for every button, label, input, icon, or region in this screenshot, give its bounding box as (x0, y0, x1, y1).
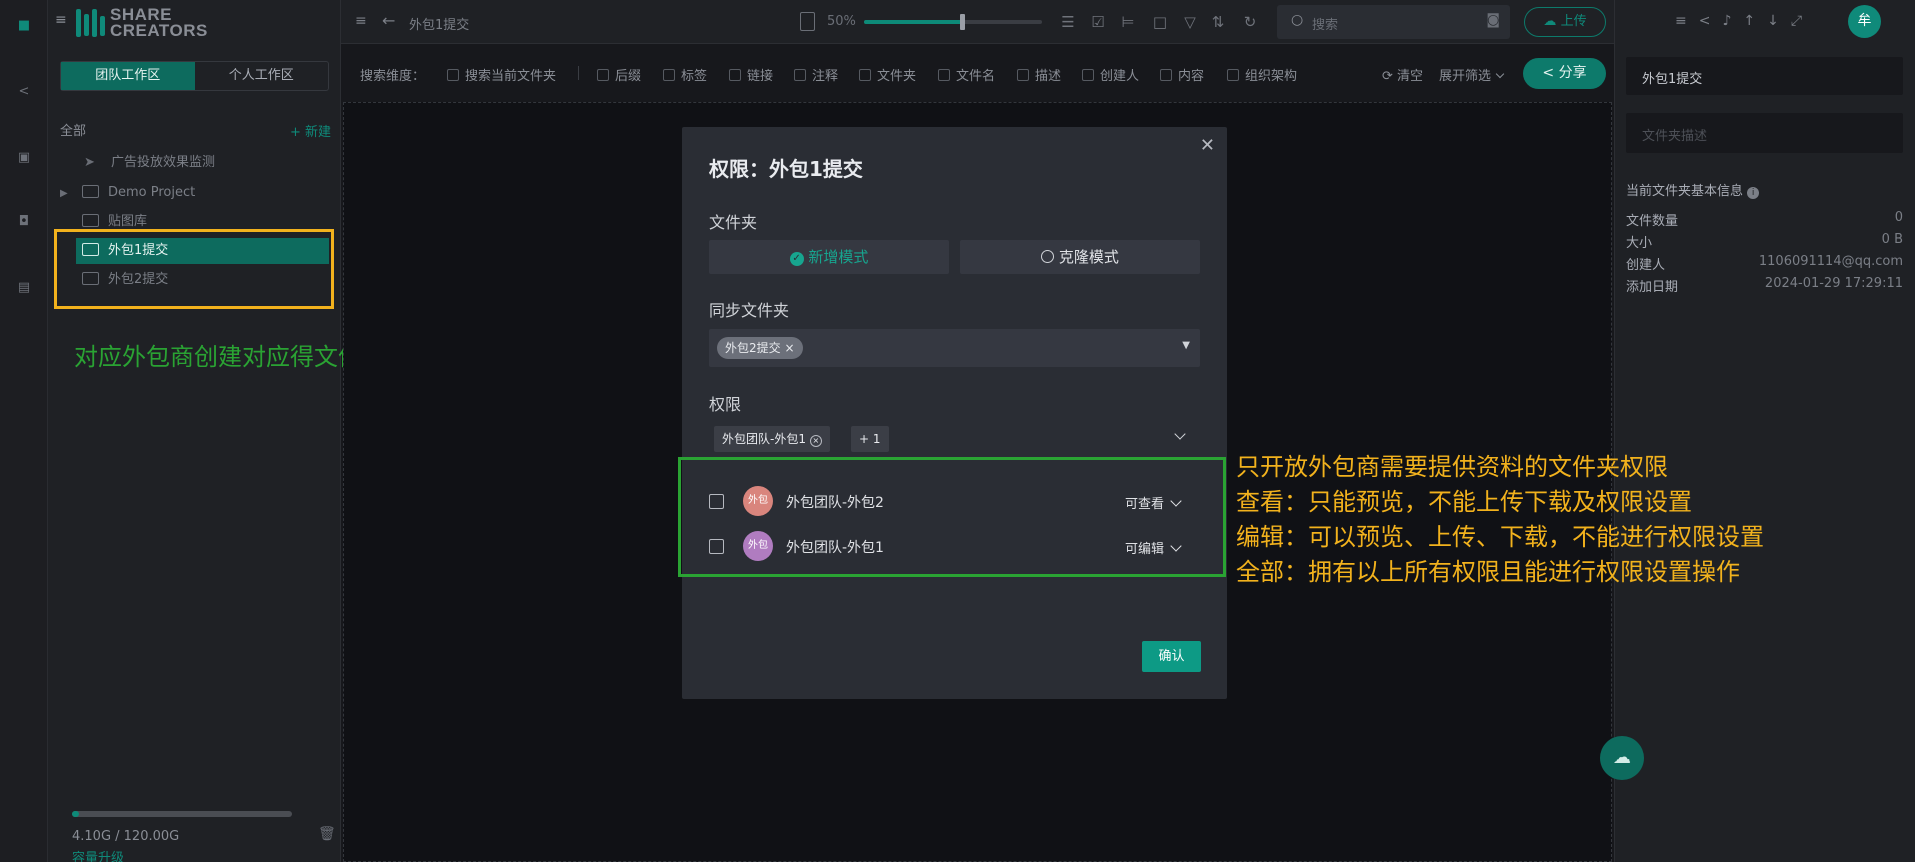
check-circle-icon: ✓ (789, 252, 804, 266)
filter-option[interactable]: 标签 (663, 65, 707, 84)
folder-icon (82, 214, 99, 227)
permission-tag[interactable]: 外包团队-外包1 × (714, 426, 830, 452)
expand-arrow-icon[interactable]: ▶ (60, 181, 82, 207)
radio-icon (1041, 250, 1055, 263)
checklist-icon[interactable]: ☑ (1088, 12, 1108, 32)
filter-option[interactable]: 创建人 (1082, 65, 1139, 84)
dropdown-arrow-icon: ▼ (1182, 340, 1190, 351)
workspace-tabs: 团队工作区 个人工作区 (60, 61, 329, 91)
sidebar-item[interactable]: ➤ 广告投放效果监测 (60, 150, 330, 176)
permission-modal: ✕ 权限：外包1提交 文件夹 ✓ 新增模式 克隆模式 同步文件夹 外包2提交 ×… (682, 127, 1227, 699)
logo: SHARE CREATORS (76, 6, 207, 40)
trash-icon[interactable]: 🗑 (318, 826, 336, 842)
share-icon[interactable]: < (12, 80, 36, 104)
filter-option[interactable]: 文件名 (938, 65, 995, 84)
upload-button[interactable]: ☁ 上传 (1524, 7, 1606, 37)
storage-progress-bar (72, 811, 292, 817)
info-icon: i (1747, 187, 1760, 199)
divider (578, 66, 579, 80)
refresh-icon[interactable]: ↻ (1240, 12, 1260, 32)
new-folder-button[interactable]: + 新建 (290, 121, 331, 140)
folder-description-field[interactable]: 文件夹描述 (1626, 113, 1903, 153)
info-rows: 文件数量 0 大小 0 B 创建人 1106091114@qq.com 添加日期 202… (1626, 210, 1903, 295)
filter-label: 搜索维度： (360, 69, 426, 84)
folder-icon (82, 185, 99, 198)
share-button[interactable]: < 分享 (1523, 58, 1606, 89)
sync-tag[interactable]: 外包2提交 × (717, 337, 803, 359)
share-icon: < (1542, 65, 1555, 81)
add-mode-button[interactable]: ✓ 新增模式 (709, 240, 949, 274)
square-icon[interactable]: □ (1150, 12, 1170, 32)
align-icon[interactable]: ⊨ (1118, 12, 1138, 32)
left-rail: ■ < ▣ ◘ ▤ (0, 0, 48, 862)
tree-header: 全部 + 新建 (60, 120, 331, 140)
filter-option[interactable]: 后缀 (597, 65, 641, 84)
filter-option[interactable]: 文件夹 (859, 65, 916, 84)
list-view-icon[interactable]: ☰ (1058, 12, 1078, 32)
right-toolbar-icons: ≡<♪↑↓⤢ (1675, 13, 1815, 29)
folder-label: 文件夹 (709, 213, 758, 232)
search-icon: ○ (1291, 12, 1304, 28)
avatar[interactable]: 牟 (1848, 5, 1881, 38)
cloud-upload-icon: ☁ (1543, 14, 1557, 29)
clear-filter-button[interactable]: ⟳ 清空 (1382, 65, 1423, 84)
modal-title: 权限：外包1提交 (709, 157, 863, 181)
zoom-slider[interactable] (864, 14, 1042, 30)
clear-icon: ⟳ (1382, 69, 1393, 84)
filter-option[interactable]: 注释 (794, 65, 838, 84)
robot-icon[interactable]: ◘ (12, 210, 36, 234)
annotation-box-green (678, 457, 1226, 577)
tab-personal-workspace[interactable]: 个人工作区 (195, 62, 329, 90)
filter-option[interactable]: 组织架构 (1227, 65, 1297, 84)
folder-name-field[interactable]: 外包1提交 (1626, 57, 1903, 95)
tab-team-workspace[interactable]: 团队工作区 (61, 62, 195, 90)
annotation-box-yellow (54, 229, 334, 309)
filter-option[interactable]: 搜索当前文件夹 (447, 65, 556, 84)
upgrade-link[interactable]: 容量升级 (72, 847, 124, 862)
archive-icon[interactable]: ▤ (12, 276, 36, 300)
filter-option[interactable]: 描述 (1017, 65, 1061, 84)
confirm-button[interactable]: 确认 (1142, 641, 1201, 672)
breadcrumb[interactable]: 外包1提交 (409, 14, 469, 33)
info-section-title: 当前文件夹基本信息 i (1626, 180, 1760, 199)
filter-icon[interactable]: ▽ (1180, 12, 1200, 32)
box-icon[interactable]: ▣ (12, 146, 36, 170)
sort-icon[interactable]: ⇅ (1208, 12, 1228, 32)
annotation-right-notes: 只开放外包商需要提供资料的文件夹权限 查看：只能预览，不能上传下载及权限设置 编… (1236, 453, 1764, 586)
sync-folder-select[interactable]: 外包2提交 × ▼ (709, 329, 1200, 367)
clone-mode-button[interactable]: 克隆模式 (960, 240, 1200, 274)
tag-close-icon: × (809, 435, 822, 447)
back-arrow-icon[interactable]: ← (382, 11, 395, 30)
storage-text: 4.10G / 120.00G (72, 829, 180, 844)
search-input[interactable]: ○ 搜索 ◙ (1277, 5, 1510, 39)
camera-icon[interactable]: ◙ (1486, 12, 1500, 28)
all-label: 全部 (60, 124, 87, 139)
sync-folder-label: 同步文件夹 (709, 301, 790, 320)
send-icon: ➤ (84, 155, 95, 170)
expand-filter-button[interactable]: 展开筛选 (1439, 65, 1505, 84)
permission-label: 权限 (709, 395, 742, 414)
filter-option[interactable]: 链接 (729, 65, 773, 84)
tag-close-icon: × (784, 341, 795, 355)
collapse-panel-icon[interactable]: ≡ (355, 13, 367, 29)
collapse-menu-icon[interactable]: ≡ (55, 13, 69, 27)
cloud-float-button[interactable]: ☁ (1600, 736, 1644, 780)
document-icon (800, 12, 815, 31)
close-icon[interactable]: ✕ (1200, 135, 1215, 156)
more-tags-badge[interactable]: + 1 (851, 426, 889, 452)
home-icon[interactable]: ■ (12, 14, 36, 38)
chevron-down-icon (1174, 428, 1186, 440)
annotation-left-note: 对应外包商创建对应得文件夹 (74, 343, 386, 371)
permission-select[interactable]: 外包团队-外包1 × + 1 (709, 420, 1200, 458)
sidebar-item[interactable]: ▶ Demo Project (60, 180, 330, 206)
zoom-level: 50% (827, 14, 856, 29)
filter-option[interactable]: 内容 (1160, 65, 1204, 84)
